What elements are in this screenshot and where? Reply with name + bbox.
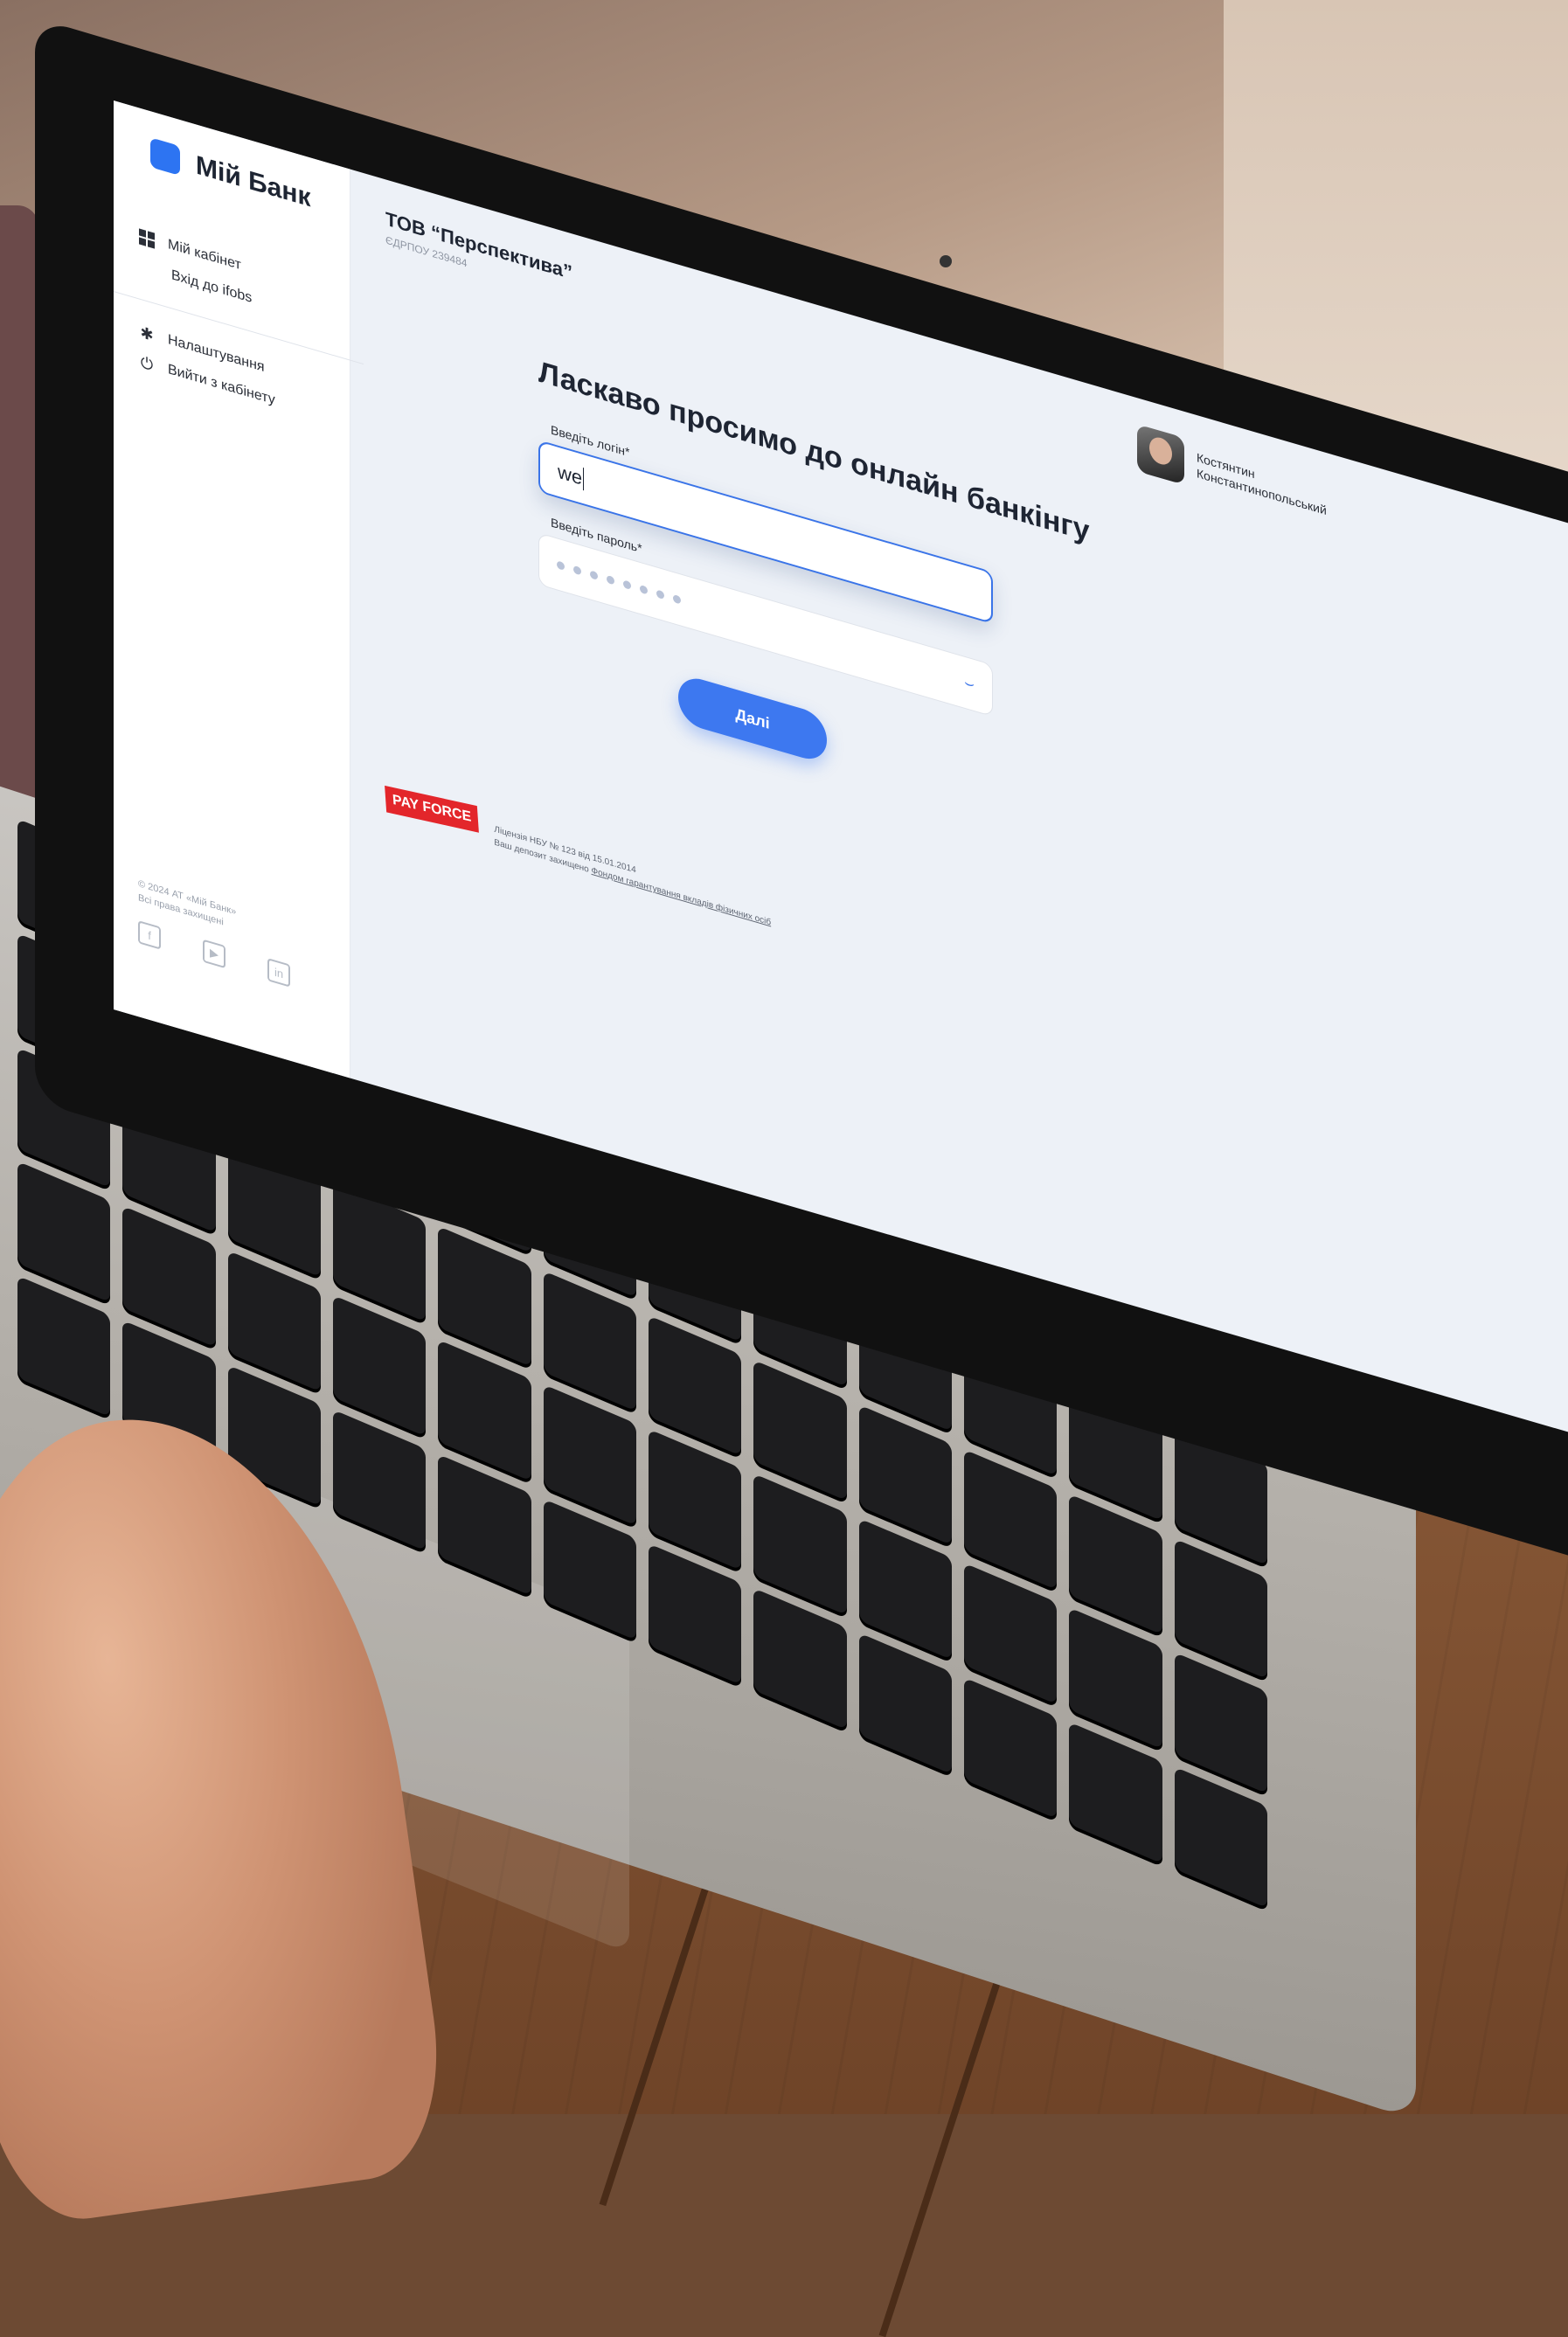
password-mask bbox=[557, 559, 681, 605]
sidebar: Мій Банк Мій кабінет Вхід до ifobs ✱ Нал… bbox=[114, 101, 364, 1078]
next-button[interactable]: Далі bbox=[678, 672, 827, 766]
pay-force-logo: PAY FORCE bbox=[385, 785, 480, 833]
dashboard-icon bbox=[138, 227, 156, 250]
user-name: Костянтин Константинопольський bbox=[1197, 449, 1327, 518]
password-dot bbox=[573, 565, 581, 575]
license-line: Ліцензія НБУ № 123 від 15.01.2014 bbox=[494, 824, 636, 876]
facebook-icon[interactable]: f bbox=[138, 920, 161, 950]
avatar bbox=[1137, 424, 1184, 485]
password-dot bbox=[640, 584, 648, 595]
youtube-icon[interactable]: ▶ bbox=[203, 939, 225, 969]
password-dot bbox=[607, 574, 614, 585]
password-dot bbox=[673, 593, 681, 605]
login-form: Ласкаво просимо до онлайн банкінгу Введі… bbox=[538, 355, 1089, 826]
gear-icon: ✱ bbox=[140, 322, 154, 344]
eye-closed-icon[interactable]: ⌣ bbox=[964, 673, 975, 694]
footer: PAY FORCE Ліцензія НБУ № 123 від 15.01.2… bbox=[385, 782, 771, 929]
sidebar-nav: Мій кабінет Вхід до ifobs ✱ Налаштування… bbox=[114, 221, 364, 434]
social-links: f ▶ in bbox=[138, 920, 290, 988]
password-dot bbox=[656, 588, 664, 600]
login-value: we bbox=[558, 460, 583, 489]
password-dot bbox=[590, 569, 598, 580]
deposit-line: Ваш депозит захищено Фондом гарантування… bbox=[494, 836, 771, 929]
bank-logo-icon bbox=[150, 137, 180, 177]
linkedin-icon[interactable]: in bbox=[267, 958, 290, 988]
password-dot bbox=[557, 559, 565, 571]
license-info: Ліцензія НБУ № 123 від 15.01.2014 Ваш де… bbox=[494, 822, 771, 929]
text-caret bbox=[583, 468, 585, 491]
brand-name: Мій Банк bbox=[196, 150, 311, 213]
power-icon: ⏻ bbox=[140, 352, 154, 374]
password-dot bbox=[623, 579, 631, 590]
webcam bbox=[940, 255, 952, 267]
